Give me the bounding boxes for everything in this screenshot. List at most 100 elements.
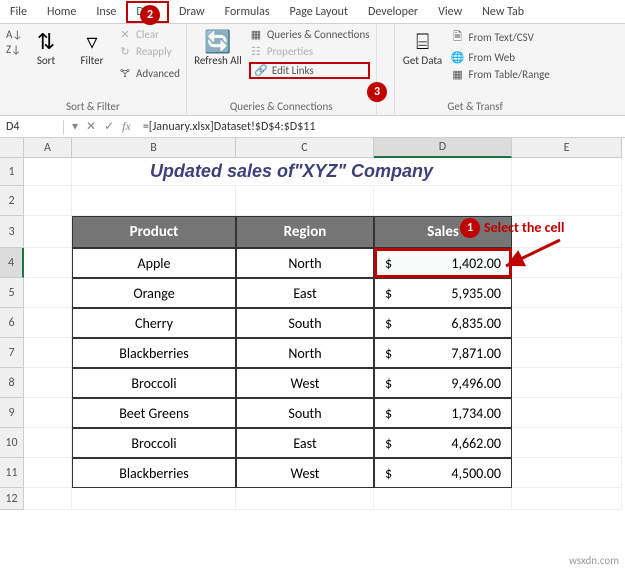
refresh-all-button[interactable]: 🔄 Refresh All: [193, 28, 243, 67]
from-text-button[interactable]: 🗎From Text/CSV: [451, 28, 550, 47]
cell-region-9[interactable]: South: [236, 398, 374, 428]
tab-file[interactable]: File: [0, 1, 37, 23]
cell-product-7[interactable]: Blackberries: [72, 338, 236, 368]
col-head-c[interactable]: C: [236, 138, 374, 158]
row-head-4[interactable]: 4: [0, 248, 24, 278]
cell-region-10[interactable]: East: [236, 428, 374, 458]
fx-icon[interactable]: fx: [122, 119, 131, 134]
cell-product-5[interactable]: Orange: [72, 278, 236, 308]
cell-a12[interactable]: [24, 488, 72, 510]
sort-az-button[interactable]: A↓: [6, 28, 20, 41]
formula-bar[interactable]: =[January.xlsx]Dataset!$D$4:$D$11: [139, 120, 625, 134]
tab-draw[interactable]: Draw: [169, 1, 215, 23]
cell-e12[interactable]: [512, 488, 622, 510]
tab-formulas[interactable]: Formulas: [215, 1, 280, 23]
row-head-8[interactable]: 8: [0, 368, 24, 398]
cell-c12[interactable]: [236, 488, 374, 510]
cell-e5[interactable]: [512, 278, 622, 308]
cell-product-8[interactable]: Broccoli: [72, 368, 236, 398]
col-head-e[interactable]: E: [512, 138, 622, 158]
accept-formula-icon[interactable]: ✓: [104, 119, 114, 134]
cell-product-4[interactable]: Apple: [72, 248, 236, 278]
row-head-7[interactable]: 7: [0, 338, 24, 368]
queries-connections-button[interactable]: ▦Queries & Connections: [249, 28, 370, 41]
col-head-b[interactable]: B: [72, 138, 236, 158]
cell-a7[interactable]: [24, 338, 72, 368]
tab-home[interactable]: Home: [37, 1, 86, 23]
cell-c2[interactable]: [236, 186, 374, 216]
cell-sales-11[interactable]: $4,500.00: [374, 458, 512, 488]
sort-button[interactable]: ⇅ Sort: [26, 28, 66, 67]
cell-e2[interactable]: [512, 186, 622, 216]
tab-page-layout[interactable]: Page Layout: [280, 1, 358, 23]
cell-region-11[interactable]: West: [236, 458, 374, 488]
cell-product-11[interactable]: Blackberries: [72, 458, 236, 488]
cell-sales-9[interactable]: $1,734.00: [374, 398, 512, 428]
tab-new-tab[interactable]: New Tab: [472, 1, 534, 23]
cell-e1[interactable]: [512, 158, 622, 186]
title-cell[interactable]: Updated sales of"XYZ" Company: [72, 158, 512, 186]
get-data-button[interactable]: ⌸ Get Data: [401, 28, 445, 67]
row-head-11[interactable]: 11: [0, 458, 24, 488]
cancel-formula-icon[interactable]: ✕: [86, 119, 96, 134]
cell-e10[interactable]: [512, 428, 622, 458]
row-head-10[interactable]: 10: [0, 428, 24, 458]
cell-region-4[interactable]: North: [236, 248, 374, 278]
cell-d12[interactable]: [374, 488, 512, 510]
from-web-button[interactable]: 🌐From Web: [451, 51, 550, 64]
cell-sales-5[interactable]: $5,935.00: [374, 278, 512, 308]
col-head-d[interactable]: D: [374, 138, 512, 158]
cell-region-5[interactable]: East: [236, 278, 374, 308]
cell-a4[interactable]: [24, 248, 72, 278]
sort-za-button[interactable]: Z↓: [6, 43, 20, 56]
cell-region-7[interactable]: North: [236, 338, 374, 368]
cell-product-6[interactable]: Cherry: [72, 308, 236, 338]
advanced-button[interactable]: 🝖Advanced: [118, 62, 180, 84]
cell-product-9[interactable]: Beet Greens: [72, 398, 236, 428]
tab-insert[interactable]: Inse: [86, 1, 126, 23]
row-head-5[interactable]: 5: [0, 278, 24, 308]
cell-sales-7[interactable]: $7,871.00: [374, 338, 512, 368]
tab-developer[interactable]: Developer: [358, 1, 428, 23]
cell-a10[interactable]: [24, 428, 72, 458]
edit-links-button[interactable]: 🔗Edit Links: [249, 62, 370, 79]
row-head-9[interactable]: 9: [0, 398, 24, 428]
cell-sales-6[interactable]: $6,835.00: [374, 308, 512, 338]
cell-d2[interactable]: [374, 186, 512, 216]
dropdown-icon[interactable]: ▾: [72, 119, 78, 134]
header-product[interactable]: Product: [72, 216, 236, 248]
cell-a11[interactable]: [24, 458, 72, 488]
row-head-2[interactable]: 2: [0, 186, 24, 216]
cell-e7[interactable]: [512, 338, 622, 368]
header-region[interactable]: Region: [236, 216, 374, 248]
cell-sales-4[interactable]: $1,402.00: [374, 248, 512, 278]
filter-button[interactable]: ▿ Filter: [72, 28, 112, 67]
cell-sales-10[interactable]: $4,662.00: [374, 428, 512, 458]
select-all-corner[interactable]: [0, 138, 24, 158]
cell-e6[interactable]: [512, 308, 622, 338]
cell-region-8[interactable]: West: [236, 368, 374, 398]
col-head-a[interactable]: A: [24, 138, 72, 158]
cell-e8[interactable]: [512, 368, 622, 398]
tab-view[interactable]: View: [428, 1, 472, 23]
cell-a8[interactable]: [24, 368, 72, 398]
cell-b2[interactable]: [72, 186, 236, 216]
name-box[interactable]: D4: [0, 120, 64, 134]
row-head-3[interactable]: 3: [0, 216, 24, 248]
cell-e11[interactable]: [512, 458, 622, 488]
cell-a6[interactable]: [24, 308, 72, 338]
cell-a2[interactable]: [24, 186, 72, 216]
cell-b12[interactable]: [72, 488, 236, 510]
cell-region-6[interactable]: South: [236, 308, 374, 338]
cell-e9[interactable]: [512, 398, 622, 428]
row-head-1[interactable]: 1: [0, 158, 24, 186]
cell-a5[interactable]: [24, 278, 72, 308]
cell-a1[interactable]: [24, 158, 72, 186]
cell-product-10[interactable]: Broccoli: [72, 428, 236, 458]
row-head-6[interactable]: 6: [0, 308, 24, 338]
cell-a9[interactable]: [24, 398, 72, 428]
cell-a3[interactable]: [24, 216, 72, 248]
cell-sales-8[interactable]: $9,496.00: [374, 368, 512, 398]
from-table-button[interactable]: ▦From Table/Range: [451, 68, 550, 81]
row-head-12[interactable]: 12: [0, 488, 24, 510]
